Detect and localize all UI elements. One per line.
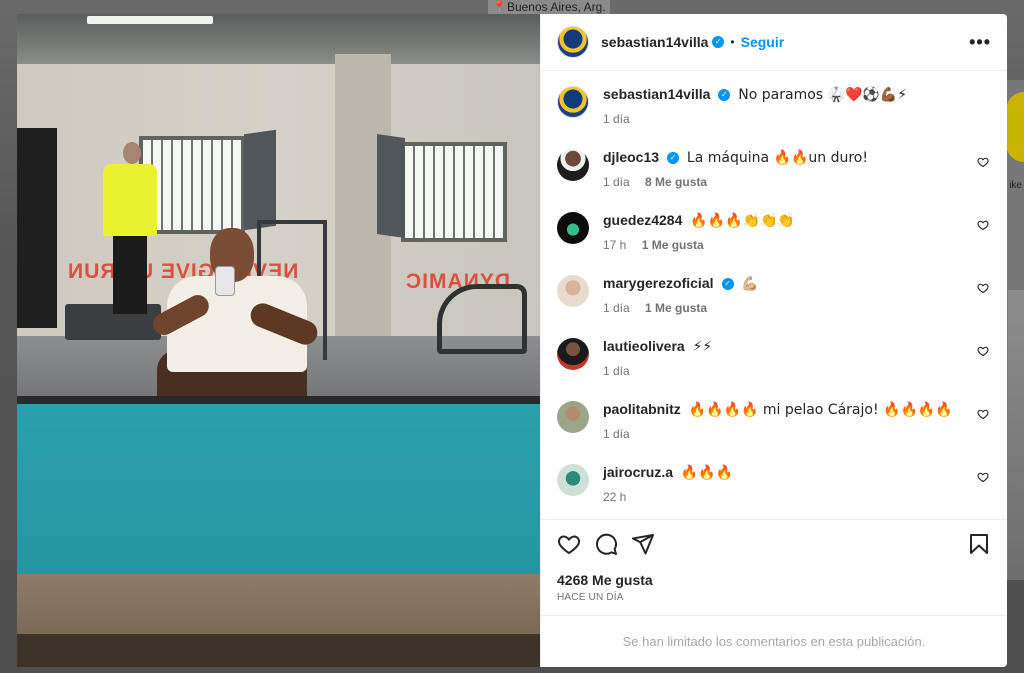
backdrop-side-text: ike bbox=[1009, 180, 1022, 191]
comment-time: 1 día bbox=[603, 364, 630, 378]
photo-runner-head bbox=[123, 142, 141, 164]
comment-avatar[interactable] bbox=[557, 464, 589, 496]
photo-elliptical-machine bbox=[437, 284, 527, 354]
comment-username[interactable]: paolitabnitz bbox=[603, 401, 681, 417]
header-separator: • bbox=[730, 35, 735, 49]
comment-avatar[interactable] bbox=[557, 149, 589, 181]
comment-text: 🔥🔥🔥👏👏👏 bbox=[690, 213, 795, 229]
comment-username[interactable]: marygerezoficial bbox=[603, 275, 714, 291]
verified-badge-icon: ✓ bbox=[718, 89, 731, 102]
comment-time: 1 día bbox=[603, 175, 630, 189]
comment-likes[interactable]: 8 Me gusta bbox=[645, 175, 707, 189]
comment-avatar[interactable] bbox=[557, 401, 589, 433]
backdrop-location: 📍Buenos Aires, Arg. bbox=[488, 0, 610, 14]
heart-icon[interactable] bbox=[977, 345, 989, 357]
follow-button[interactable]: Seguir bbox=[741, 34, 785, 50]
comment-avatar[interactable] bbox=[557, 275, 589, 307]
more-options-icon[interactable]: ••• bbox=[969, 32, 991, 53]
comment-text: ⚡⚡ bbox=[692, 339, 713, 355]
post-actions: 4268 Me gusta HACE UN DÍA bbox=[541, 519, 1007, 615]
photo-runner-shirt bbox=[103, 164, 157, 236]
verified-badge-icon: ✓ bbox=[667, 152, 680, 165]
comment-username[interactable]: guedez4284 bbox=[603, 212, 682, 228]
caption-time: 1 día bbox=[603, 112, 630, 126]
caption-text: No paramos 🥋❤️⚽💪🏾⚡ bbox=[738, 87, 908, 103]
post-modal: NEVER GIVE UP RUN DYNAMIC sebastian14vil… bbox=[17, 14, 1007, 667]
post-info-panel: sebastian14villa ✓ • Seguir ••• sebastia… bbox=[540, 14, 1007, 667]
comment-time: 1 día bbox=[603, 301, 630, 315]
comment-text: La máquina 🔥🔥un duro! bbox=[686, 150, 868, 166]
comment-time: 17 h bbox=[603, 238, 627, 252]
post-timestamp: HACE UN DÍA bbox=[557, 592, 624, 603]
photo-shutter-right bbox=[377, 134, 405, 238]
photo-runner-legs bbox=[113, 234, 147, 314]
likes-count[interactable]: 4268 Me gusta bbox=[557, 572, 991, 588]
backdrop-yellow-shape bbox=[1006, 92, 1024, 162]
photo-counter-edge bbox=[17, 396, 540, 404]
photo-window-right bbox=[401, 142, 507, 242]
caption-username[interactable]: sebastian14villa bbox=[603, 86, 710, 102]
comment-text: 🔥🔥🔥 bbox=[680, 465, 734, 481]
heart-icon[interactable] bbox=[977, 408, 989, 420]
heart-icon[interactable] bbox=[977, 156, 989, 168]
comment-avatar[interactable] bbox=[557, 212, 589, 244]
comment-username[interactable]: lautieolivera bbox=[603, 338, 685, 354]
photo-phone bbox=[215, 266, 235, 296]
author-avatar[interactable] bbox=[557, 26, 589, 58]
backdrop-photo-strip bbox=[1008, 290, 1024, 580]
verified-badge-icon: ✓ bbox=[712, 36, 725, 48]
comment-username[interactable]: djleoc13 bbox=[603, 149, 659, 165]
comment-time: 1 día bbox=[603, 427, 630, 441]
comment-item: marygerezoficial ✓ 💪🏼 1 día 1 Me gusta bbox=[557, 274, 991, 317]
photo-teal-counter bbox=[17, 404, 540, 600]
photo-ceiling-light bbox=[87, 16, 213, 24]
comment-likes[interactable]: 1 Me gusta bbox=[642, 238, 704, 252]
comments-limited-notice: Se han limitado los comentarios en esta … bbox=[541, 615, 1007, 667]
heart-icon[interactable] bbox=[977, 219, 989, 231]
photo-shutter-left bbox=[244, 129, 276, 231]
comment-avatar[interactable] bbox=[557, 338, 589, 370]
comment-item: jairocruz.a 🔥🔥🔥 22 h bbox=[557, 463, 991, 506]
comment-bubble-icon[interactable] bbox=[594, 532, 618, 556]
post-header: sebastian14villa ✓ • Seguir ••• bbox=[541, 14, 1007, 71]
post-photo[interactable]: NEVER GIVE UP RUN DYNAMIC bbox=[17, 14, 540, 667]
photo-door bbox=[17, 128, 57, 328]
author-username[interactable]: sebastian14villa bbox=[601, 34, 708, 50]
comments-list[interactable]: sebastian14villa ✓ No paramos 🥋❤️⚽💪🏾⚡ 1 d… bbox=[541, 71, 1007, 519]
comment-username[interactable]: jairocruz.a bbox=[603, 464, 673, 480]
comment-likes[interactable]: 1 Me gusta bbox=[645, 301, 707, 315]
photo-wood-edge bbox=[17, 634, 540, 667]
share-send-icon[interactable] bbox=[631, 532, 655, 556]
verified-badge-icon: ✓ bbox=[721, 278, 734, 291]
comment-text: 🔥🔥🔥🔥 mi pelao Cárajo! 🔥🔥🔥🔥 bbox=[688, 402, 953, 418]
comment-item: lautieolivera ⚡⚡ 1 día bbox=[557, 337, 991, 380]
heart-icon[interactable] bbox=[977, 471, 989, 483]
caption-avatar[interactable] bbox=[557, 86, 589, 118]
like-heart-icon[interactable] bbox=[557, 532, 581, 556]
comment-item: djleoc13 ✓ La máquina 🔥🔥un duro! 1 día 8 … bbox=[557, 148, 991, 191]
bookmark-save-icon[interactable] bbox=[967, 532, 991, 556]
comment-text: 💪🏼 bbox=[741, 276, 759, 292]
heart-icon[interactable] bbox=[977, 282, 989, 294]
caption: sebastian14villa ✓ No paramos 🥋❤️⚽💪🏾⚡ 1 d… bbox=[557, 85, 991, 128]
comment-item: paolitabnitz 🔥🔥🔥🔥 mi pelao Cárajo! 🔥🔥🔥🔥 … bbox=[557, 400, 991, 443]
comment-item: guedez4284 🔥🔥🔥👏👏👏 17 h 1 Me gusta bbox=[557, 211, 991, 254]
comment-time: 22 h bbox=[603, 490, 627, 504]
